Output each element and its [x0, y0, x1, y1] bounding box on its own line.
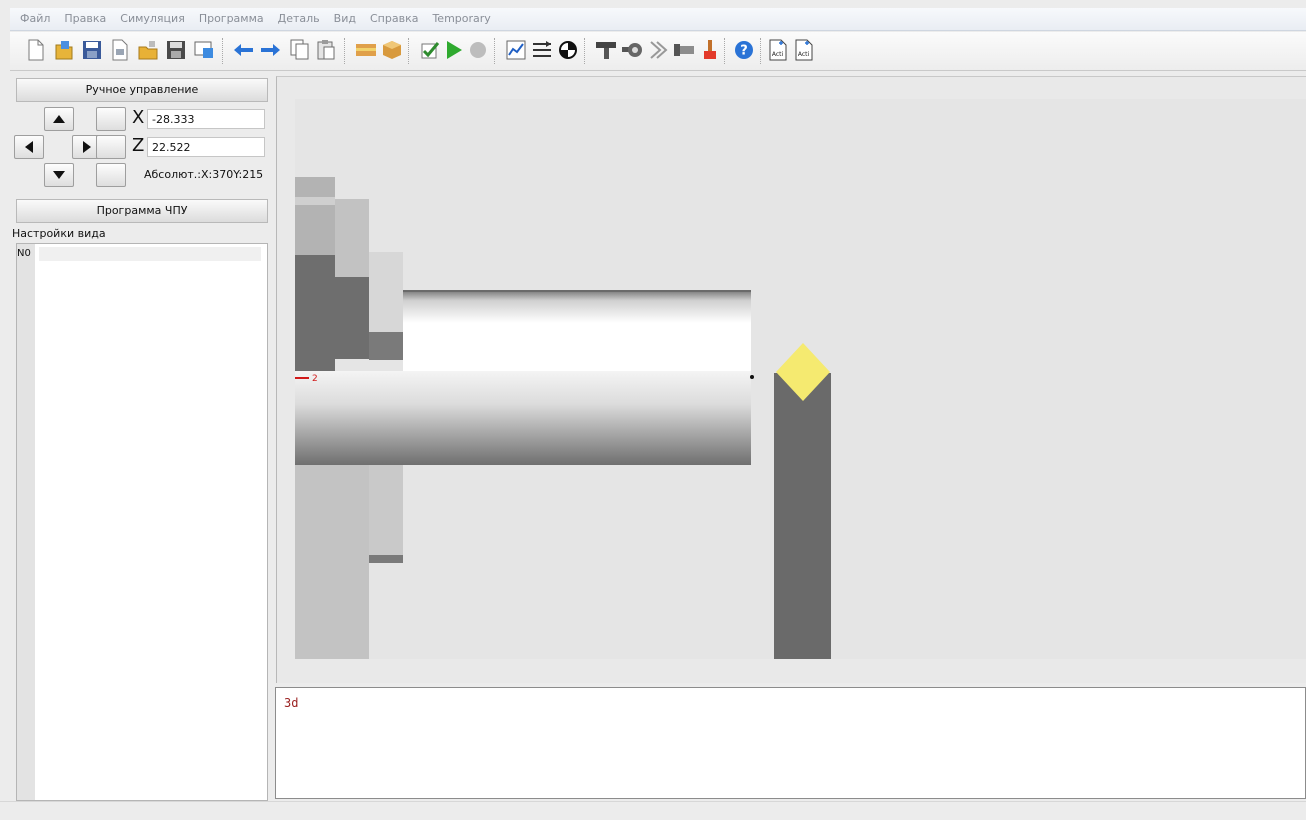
absolute-coordinates: Абсолют.:X:370Y:215	[144, 168, 264, 181]
menu-file[interactable]: Файл	[20, 8, 50, 30]
menu-part[interactable]: Деталь	[278, 8, 320, 30]
z-axis-label: Z	[132, 135, 145, 156]
acti-file-icon[interactable]: Acti	[766, 38, 790, 62]
jog-blank-button[interactable]	[96, 135, 126, 159]
menu-help[interactable]: Справка	[370, 8, 418, 30]
menu-edit[interactable]: Правка	[64, 8, 106, 30]
cutting-tool	[774, 343, 831, 659]
simulation-viewport[interactable]: 2	[276, 76, 1306, 683]
status-bar	[0, 801, 1306, 820]
tool-holder-icon[interactable]	[594, 38, 618, 62]
cnc-program-header[interactable]: Программа ЧПУ	[16, 199, 268, 223]
lathe-scene: 2	[295, 99, 1306, 659]
x-axis-label: X	[132, 107, 145, 128]
paste-icon[interactable]	[314, 38, 338, 62]
open-folder-icon[interactable]	[136, 38, 160, 62]
z-coordinate-field[interactable]: 22.522	[147, 137, 265, 157]
svg-text:?: ?	[740, 44, 748, 59]
export-file-icon[interactable]	[108, 38, 132, 62]
menu-bar: Файл Правка Симуляция Программа Деталь Вид Спр…	[10, 8, 1306, 31]
chevron-right-icon[interactable]	[646, 38, 670, 62]
toolbar-separator	[222, 38, 224, 64]
menu-view[interactable]: Вид	[334, 8, 356, 30]
view-settings-label[interactable]: Настройки вида	[12, 227, 106, 240]
toolbar-separator	[494, 38, 496, 64]
jog-up-button[interactable]	[44, 107, 74, 131]
console-text: 3d	[284, 696, 299, 710]
line-number-gutter	[17, 244, 35, 800]
tool-turret-icon[interactable]	[620, 38, 644, 62]
copy-icon[interactable]	[288, 38, 312, 62]
stop-simulation-icon[interactable]	[466, 38, 490, 62]
toolbar: ? Acti Acti	[10, 32, 1306, 71]
svg-text:2: 2	[312, 374, 318, 384]
x-coordinate-field[interactable]: -28.333	[147, 109, 265, 129]
jog-down-button[interactable]	[44, 163, 74, 187]
save-as-icon[interactable]	[164, 38, 188, 62]
menu-simulation[interactable]: Симуляция	[120, 8, 185, 30]
jog-left-button[interactable]	[14, 135, 44, 159]
jog-blank-button[interactable]	[96, 163, 126, 187]
svg-text:Acti: Acti	[772, 51, 784, 58]
menu-temporary[interactable]: Temporary	[432, 8, 490, 30]
save-file-icon[interactable]	[80, 38, 104, 62]
toolbar-separator	[584, 38, 586, 64]
manual-control-header[interactable]: Ручное управление	[16, 78, 268, 102]
menu-program[interactable]: Программа	[199, 8, 264, 30]
print-preview-icon[interactable]	[192, 38, 216, 62]
stock-material-icon[interactable]	[354, 38, 378, 62]
jog-blank-button[interactable]	[96, 107, 126, 131]
svg-text:Acti: Acti	[798, 51, 810, 58]
toolbar-separator	[724, 38, 726, 64]
paint-brush-icon[interactable]	[698, 38, 722, 62]
redo-icon[interactable]	[258, 38, 282, 62]
undo-icon[interactable]	[232, 38, 256, 62]
toolbar-separator	[344, 38, 346, 64]
acti-file-icon[interactable]: Acti	[792, 38, 816, 62]
console-output[interactable]: 3d	[275, 687, 1306, 799]
toolbar-separator	[408, 38, 410, 64]
3d-box-icon[interactable]	[380, 38, 404, 62]
origin-point-icon[interactable]	[556, 38, 580, 62]
bar-feeder-icon[interactable]	[672, 38, 696, 62]
parallel-lines-icon[interactable]	[530, 38, 554, 62]
chart-settings-icon[interactable]	[504, 38, 528, 62]
help-icon[interactable]: ?	[732, 38, 756, 62]
current-line-highlight	[39, 247, 261, 261]
run-simulation-icon[interactable]	[442, 38, 466, 62]
check-program-icon[interactable]	[418, 38, 442, 62]
cnc-program-editor[interactable]: N0	[16, 243, 268, 801]
program-line-number: N0	[17, 248, 31, 259]
toolbar-separator	[760, 38, 762, 64]
new-file-icon[interactable]	[24, 38, 48, 62]
open-file-icon[interactable]	[52, 38, 76, 62]
left-panel: Ручное управление X -28.333 Z 22.522 Абс…	[10, 74, 270, 802]
